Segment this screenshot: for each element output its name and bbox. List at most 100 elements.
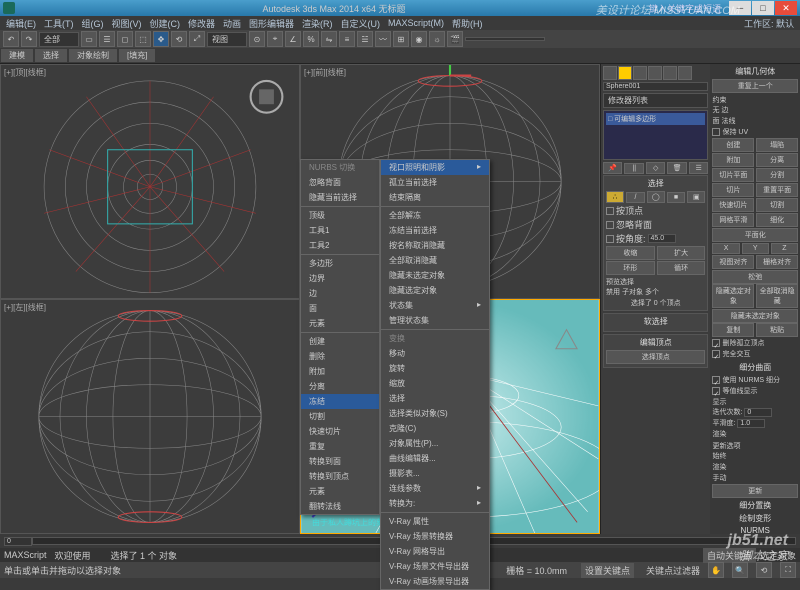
ctx-item[interactable]: 全部解冻 [381, 208, 489, 223]
menu-help[interactable]: 帮助(H) [452, 17, 483, 30]
material-button[interactable]: ◉ [411, 31, 427, 47]
schematic-button[interactable]: ⊞ [393, 31, 409, 47]
msmooth-button[interactable]: 网格平滑 [712, 213, 754, 227]
view-align-button[interactable]: 视图对齐 [712, 255, 754, 269]
quickslice-button[interactable]: 快速切片 [712, 198, 754, 212]
rect-select-button[interactable]: ◻ [117, 31, 133, 47]
configure-button[interactable]: ☰ [689, 162, 708, 174]
percent-snap-button[interactable]: % [303, 31, 319, 47]
ctx-dopesheet[interactable]: 摄影表... [381, 466, 489, 481]
snap-button[interactable]: ⌖ [267, 31, 283, 47]
vp-front-label[interactable]: [+][前][线框] [304, 67, 346, 78]
object-name-field[interactable]: Sphere001 [603, 82, 708, 91]
ctx-item-freeze[interactable]: 冻结 [301, 394, 379, 409]
menu-modifiers[interactable]: 修改器 [188, 17, 215, 30]
ctx-item[interactable]: 分离 [301, 379, 379, 394]
remove-mod-button[interactable]: 🗑 [667, 162, 686, 174]
curve-editor-button[interactable]: 〰 [375, 31, 391, 47]
render-button[interactable]: 🎬 [447, 31, 463, 47]
create-button[interactable]: 创建 [712, 138, 754, 152]
y-button[interactable]: Y [742, 243, 769, 254]
tab-display[interactable] [663, 66, 677, 80]
ctx-convert-to[interactable]: 转换为: [381, 496, 489, 511]
render-setup-button[interactable]: ☼ [429, 31, 445, 47]
ctx-wire-params[interactable]: 连线参数 [381, 481, 489, 496]
angle-spinner[interactable]: 45.0 [648, 234, 676, 243]
selection-rollout-title[interactable]: 选择 [606, 178, 705, 189]
show-result-button[interactable]: || [624, 163, 643, 174]
ctx-rotate[interactable]: 旋转 [381, 361, 489, 376]
ctx-item[interactable]: 隐藏当前选择 [301, 190, 379, 205]
ctx-select-similar[interactable]: 选择类似对象(S) [381, 406, 489, 421]
ctx-vray-props[interactable]: V-Ray 属性 [381, 514, 489, 529]
z-button[interactable]: Z [771, 243, 798, 254]
ctx-item[interactable]: 创建 [301, 334, 379, 349]
ctx-item[interactable]: 多边形 [301, 256, 379, 271]
ribbon-populate[interactable]: [填充] [119, 49, 155, 62]
tab-hierarchy[interactable] [633, 66, 647, 80]
collapse-button[interactable]: 塌陷 [756, 138, 798, 152]
frame-spinner[interactable]: 0 [4, 537, 32, 546]
rotate-button[interactable]: ⟲ [171, 31, 187, 47]
layer-button[interactable]: ☱ [357, 31, 373, 47]
ctx-item[interactable]: 转换到顶点 [301, 469, 379, 484]
iterations-spinner[interactable]: 0 [744, 408, 772, 417]
maximize-button[interactable]: □ [752, 1, 774, 15]
ctx-item[interactable]: 工具1 [301, 223, 379, 238]
mirror-button[interactable]: ⇋ [321, 31, 337, 47]
menu-view[interactable]: 视图(V) [112, 17, 142, 30]
select-name-button[interactable]: ☰ [99, 31, 115, 47]
pivot-button[interactable]: ⊙ [249, 31, 265, 47]
by-vertex-check[interactable] [606, 207, 614, 215]
menu-edit[interactable]: 编辑(E) [6, 17, 36, 30]
sel-verts-button[interactable]: 选择顶点 [606, 350, 705, 364]
ctx-item[interactable]: 翻转法线 [301, 499, 379, 514]
ctx-item[interactable]: 快速切片 [301, 424, 379, 439]
ctx-vray-anim-export[interactable]: V-Ray 动画场景导出器 [381, 574, 489, 589]
slice-plane-button[interactable]: 切片平面 [712, 168, 754, 182]
ctx-item[interactable]: 孤立当前选择 [381, 175, 489, 190]
grid-align-button[interactable]: 栅格对齐 [756, 255, 798, 269]
workspace-label[interactable]: 工作区: 默认 [744, 17, 794, 30]
ctx-item[interactable]: 冻结当前选择 [381, 223, 489, 238]
repeat-last-button[interactable]: 重复上一个 [712, 79, 798, 93]
tab-modify[interactable] [618, 66, 632, 80]
nav-orbit-button[interactable]: ⟲ [756, 562, 772, 578]
vp-left-label[interactable]: [+][左][线框] [4, 302, 46, 313]
ctx-item[interactable]: 隐藏未选定对象 [381, 268, 489, 283]
ctx-item[interactable]: 全部取消隐藏 [381, 253, 489, 268]
move-button[interactable]: ✥ [153, 31, 169, 47]
attach-button[interactable]: 附加 [712, 153, 754, 167]
menu-grapheditor[interactable]: 图形编辑器 [249, 17, 294, 30]
ctx-clone[interactable]: 克隆(C) [381, 421, 489, 436]
ctx-vray-scene-conv[interactable]: V-Ray 场景转换器 [381, 529, 489, 544]
menu-maxscript[interactable]: MAXScript(M) [388, 18, 444, 28]
menu-create[interactable]: 创建(C) [150, 17, 181, 30]
ctx-item[interactable]: 按名称取消隐藏 [381, 238, 489, 253]
window-crossing-button[interactable]: ⬚ [135, 31, 151, 47]
reset-plane-button[interactable]: 重置平面 [756, 183, 798, 197]
nav-pan-button[interactable]: ✋ [708, 562, 724, 578]
smoothness-spinner[interactable]: 1.0 [737, 419, 765, 428]
menu-render[interactable]: 渲染(R) [302, 17, 333, 30]
render-preset[interactable] [465, 37, 545, 41]
update-button[interactable]: 更新 [712, 484, 798, 498]
menu-tools[interactable]: 工具(T) [44, 17, 74, 30]
softsel-rollout[interactable]: 软选择 [606, 316, 705, 327]
tab-create[interactable] [603, 66, 617, 80]
tab-utilities[interactable] [678, 66, 692, 80]
loop-button[interactable]: 循环 [657, 261, 706, 275]
undo-button[interactable]: ↶ [3, 31, 19, 47]
nav-max-button[interactable]: ⛶ [780, 562, 796, 578]
cut-button[interactable]: 切割 [756, 198, 798, 212]
shrink-button[interactable]: 收缩 [606, 246, 655, 260]
copy-button[interactable]: 复制 [712, 323, 754, 337]
tab-motion[interactable] [648, 66, 662, 80]
ctx-item[interactable]: 附加 [301, 364, 379, 379]
ctx-vray-scene-export[interactable]: V-Ray 场景文件导出器 [381, 559, 489, 574]
use-nurms-check[interactable] [712, 376, 720, 384]
ctx-item[interactable]: 删除 [301, 349, 379, 364]
ctx-item[interactable]: 顶级 [301, 208, 379, 223]
x-button[interactable]: X [712, 243, 739, 254]
ctx-item[interactable]: 边界 [301, 271, 379, 286]
